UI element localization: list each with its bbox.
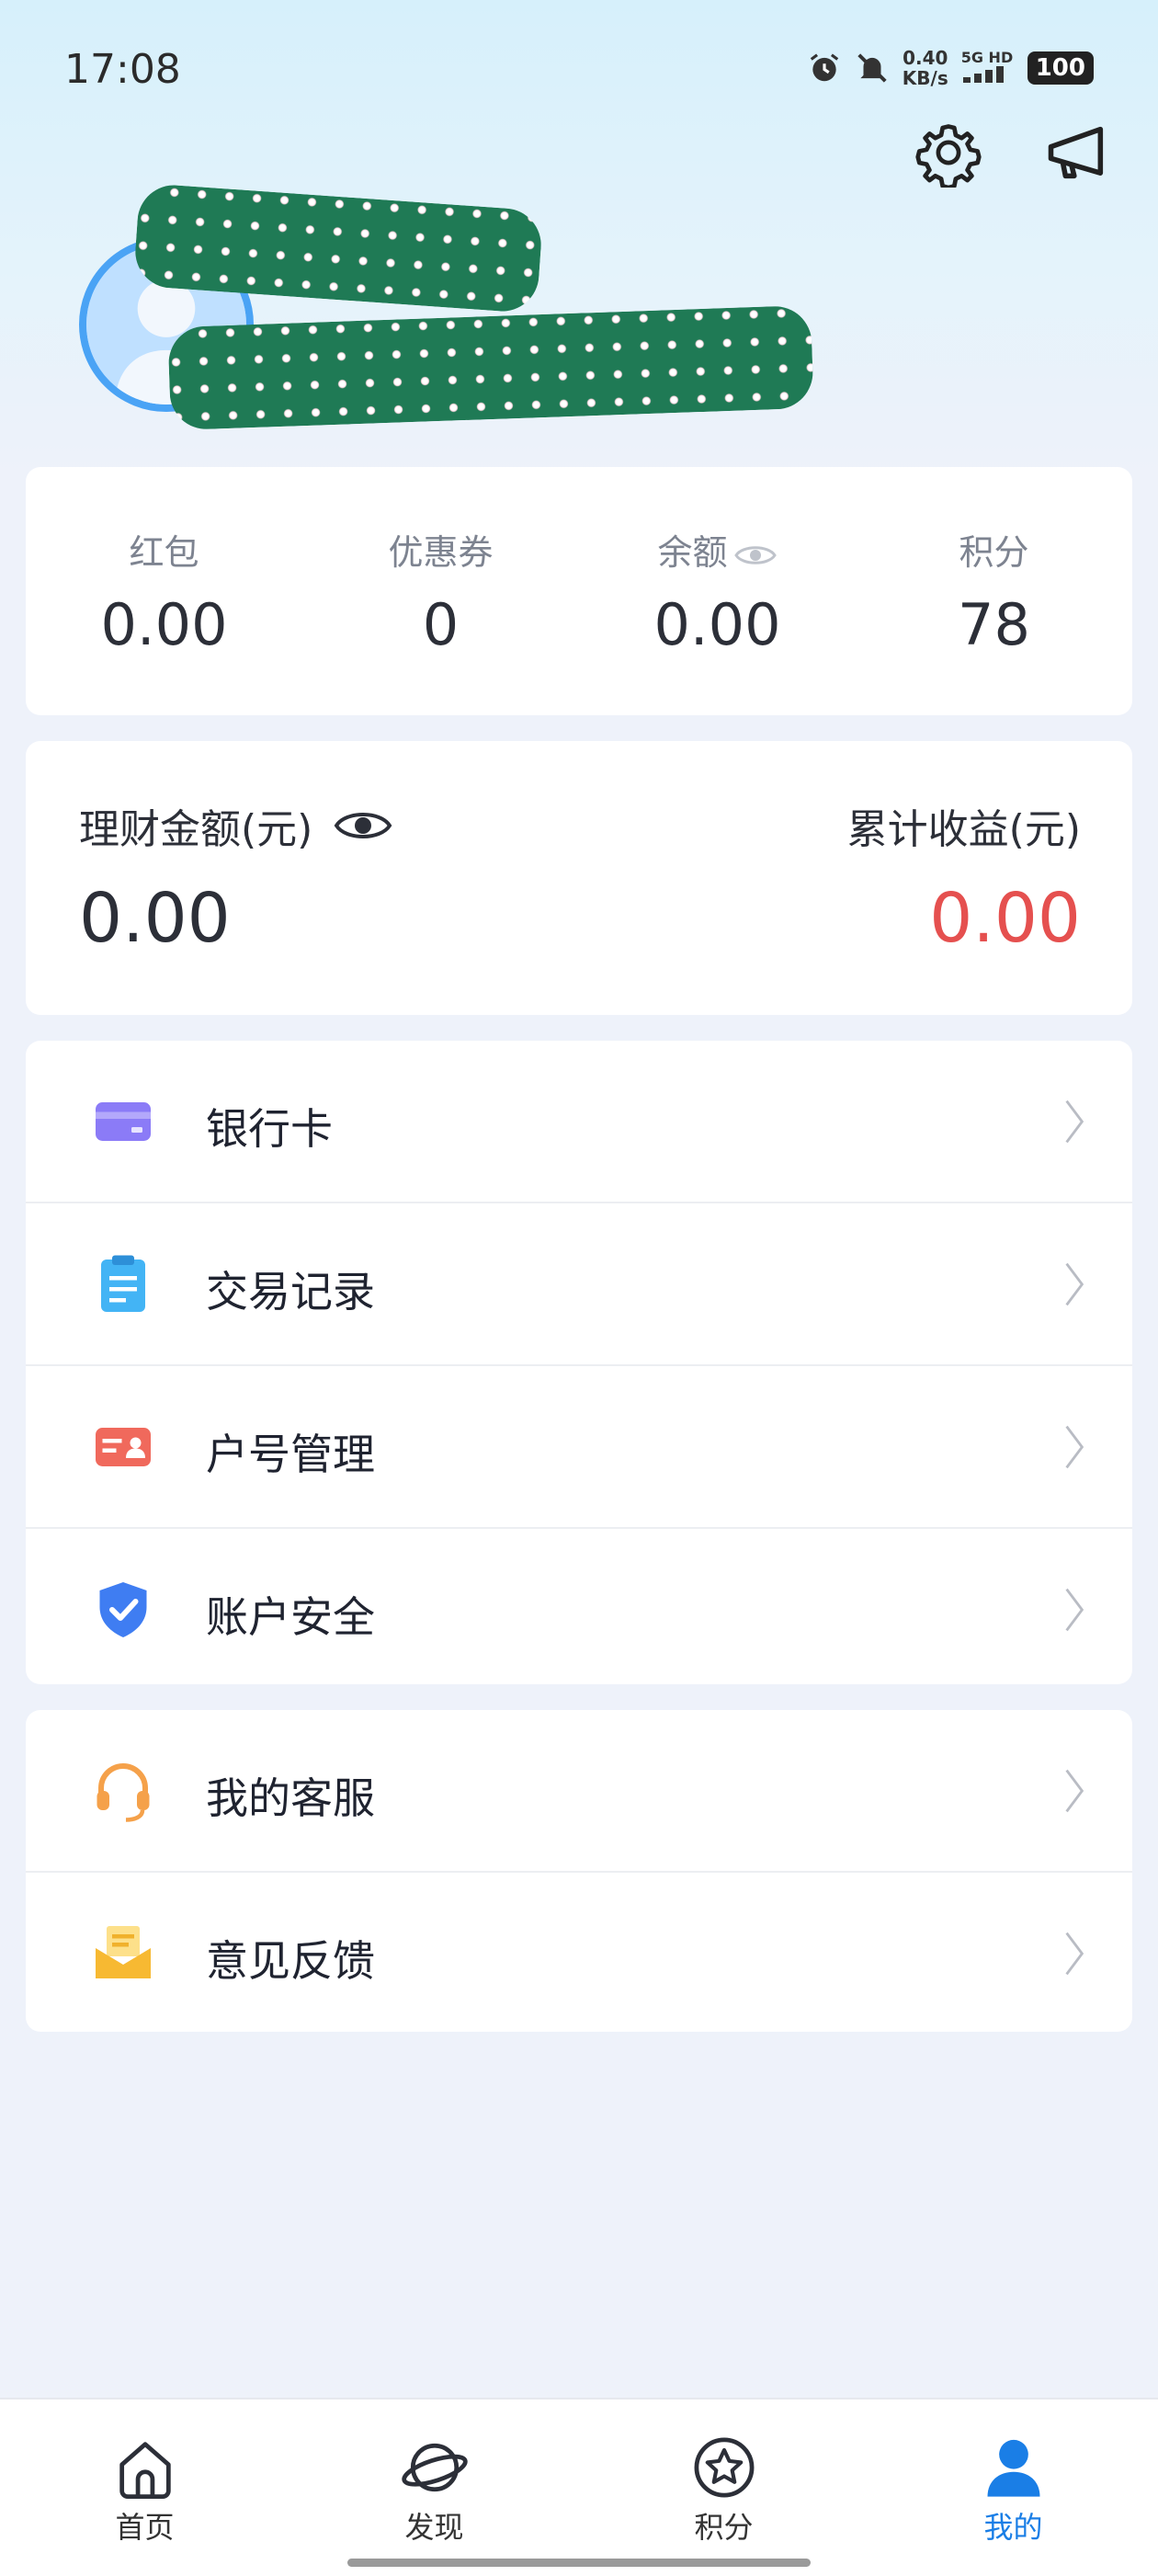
chevron-right-icon [1065, 1588, 1084, 1632]
stat-coupon[interactable]: 优惠券 0 [302, 467, 579, 715]
planet-icon [401, 2443, 468, 2492]
shield-icon [99, 1582, 147, 1637]
bottom-nav: 首页 发现 积分 我的 [0, 2398, 1158, 2576]
stat-balance[interactable]: 余额 0.00 [579, 467, 856, 715]
eye-icon[interactable] [333, 807, 393, 844]
menu-item-transactions[interactable]: 交易记录 [26, 1203, 1132, 1366]
menu-item-feedback[interactable]: 意见反馈 [26, 1873, 1132, 2034]
home-indicator[interactable] [347, 2559, 811, 2567]
menu-item-bank-card[interactable]: 银行卡 [26, 1041, 1132, 1203]
chevron-right-icon [1065, 1769, 1084, 1813]
menu-group-account: 银行卡 交易记录 户号管理 账户安全 [26, 1041, 1132, 1684]
nav-mine[interactable]: 我的 [868, 2399, 1158, 2576]
eye-icon[interactable] [733, 541, 778, 569]
mute-bell-icon [857, 53, 887, 83]
gear-icon[interactable] [914, 118, 983, 188]
headset-icon [96, 1763, 150, 1822]
nav-discover[interactable]: 发现 [290, 2399, 579, 2576]
status-icons: 0.40 KB/s 5G HD 100 [807, 48, 1094, 88]
stat-red-packet[interactable]: 红包 0.00 [26, 467, 302, 715]
income-value: 0.00 [929, 879, 1081, 958]
battery-indicator: 100 [1027, 51, 1094, 85]
chevron-right-icon [1065, 1425, 1084, 1469]
chevron-right-icon [1065, 1932, 1084, 1976]
income-label: 累计收益(元) [846, 806, 1081, 853]
star-icon [694, 2437, 754, 2498]
wealth-amount-label: 理财金额(元) [79, 796, 393, 855]
nav-points[interactable]: 积分 [579, 2399, 868, 2576]
signal-bars-icon [962, 66, 1004, 83]
chevron-right-icon [1065, 1100, 1084, 1144]
stat-points[interactable]: 积分 78 [856, 467, 1132, 715]
signal-indicator: 5G HD [961, 50, 1015, 86]
alarm-icon [810, 53, 838, 82]
menu-item-account-security[interactable]: 账户安全 [26, 1529, 1132, 1690]
wealth-card: 理财金额(元) 0.00 累计收益(元) 0.00 [26, 741, 1132, 1015]
status-time: 17:08 [64, 46, 181, 93]
network-speed: 0.40 KB/s [902, 47, 948, 89]
menu-item-account-management[interactable]: 户号管理 [26, 1366, 1132, 1529]
assets-summary-card: 红包 0.00 优惠券 0 余额 0.00 积分 78 [26, 467, 1132, 715]
envelope-icon [96, 1926, 151, 1978]
home-icon [119, 2442, 171, 2500]
user-icon [987, 2439, 1039, 2497]
chevron-right-icon [1065, 1262, 1084, 1306]
megaphone-icon[interactable] [1042, 118, 1112, 188]
clipboard-icon [101, 1255, 145, 1312]
menu-item-customer-service[interactable]: 我的客服 [26, 1710, 1132, 1873]
nav-home[interactable]: 首页 [0, 2399, 290, 2576]
id-card-icon [96, 1428, 151, 1466]
bank-card-icon [96, 1102, 151, 1141]
wealth-amount-value: 0.00 [79, 879, 231, 958]
menu-group-support: 我的客服 意见反馈 [26, 1710, 1132, 2032]
